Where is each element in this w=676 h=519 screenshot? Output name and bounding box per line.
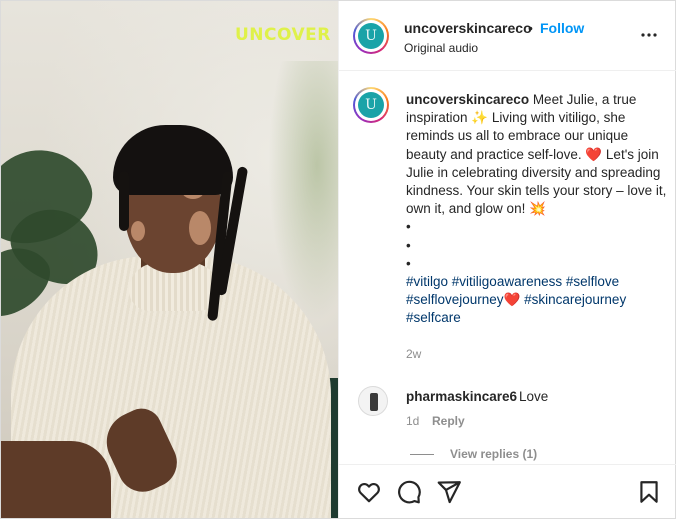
comment-text: Love: [519, 389, 549, 404]
caption-avatar[interactable]: U: [353, 87, 389, 123]
heart-emoji: ❤️: [585, 146, 603, 162]
reply-button[interactable]: Reply: [432, 414, 465, 428]
bullet: •: [406, 255, 411, 271]
post-timestamp[interactable]: 2w: [406, 347, 421, 361]
header-separator: •: [528, 20, 533, 36]
hashtag-link[interactable]: #selfcare: [406, 310, 461, 325]
caption-username[interactable]: uncoverskincareco: [406, 92, 529, 107]
hashtag-link[interactable]: #vitiligoawareness: [452, 274, 562, 289]
bookmark-icon[interactable]: [636, 479, 664, 507]
post-video[interactable]: UNCOVER: [1, 1, 338, 518]
hashtag-link[interactable]: #selflove: [566, 274, 619, 289]
avatar-ring-inner: U: [355, 20, 387, 52]
hashtag-link[interactable]: #skincarejourney: [524, 292, 626, 307]
hashtag-link[interactable]: #selflovejourney: [406, 292, 504, 307]
sparkle-emoji: ✨: [471, 110, 489, 126]
hashtag-link[interactable]: #vitilgo: [406, 274, 448, 289]
heart-icon[interactable]: [356, 479, 384, 507]
vitiligo-patch: [189, 211, 211, 245]
audio-label[interactable]: Original audio: [404, 41, 478, 55]
collision-emoji: 💥: [529, 201, 546, 217]
post-sidebar: U uncoverskincareco • Follow Original au…: [338, 1, 676, 518]
post-header: U uncoverskincareco • Follow Original au…: [339, 1, 676, 71]
profile-avatar[interactable]: U: [353, 18, 389, 54]
comment-item: pharmaskincare6 Love 1d Reply: [339, 383, 676, 433]
product-bottle-icon: [370, 393, 378, 411]
vitiligo-patch: [131, 221, 145, 241]
brand-logo-icon: U: [358, 92, 384, 118]
header-username[interactable]: uncoverskincareco: [404, 20, 532, 36]
hair-lock: [119, 171, 129, 231]
person-arm: [1, 441, 111, 518]
comment-icon[interactable]: [396, 479, 424, 507]
bullet: •: [406, 219, 411, 235]
heart-emoji: ❤️: [503, 292, 521, 308]
commenter-username[interactable]: pharmaskincare6: [406, 389, 517, 404]
view-replies-label: View replies (1): [450, 447, 538, 461]
comment-age[interactable]: 1d: [406, 414, 419, 428]
hashtag-list: #vitilgo #vitiligoawareness #selflove #s…: [406, 274, 626, 325]
action-bar: [339, 464, 676, 518]
brand-overlay-text: UNCOVER: [235, 25, 331, 45]
view-replies-button[interactable]: View replies (1): [410, 447, 537, 461]
avatar-ring-inner: U: [355, 89, 387, 121]
bullet: •: [406, 237, 411, 253]
background-plant-right: [268, 61, 338, 321]
brand-logo-icon: U: [358, 23, 384, 49]
more-options-icon[interactable]: [637, 23, 661, 47]
send-icon[interactable]: [436, 479, 464, 507]
caption-text: uncoverskincareco Meet Julie, a true ins…: [406, 91, 668, 328]
commenter-avatar[interactable]: [358, 386, 388, 416]
follow-button[interactable]: Follow: [540, 20, 584, 36]
replies-divider: [410, 454, 434, 456]
